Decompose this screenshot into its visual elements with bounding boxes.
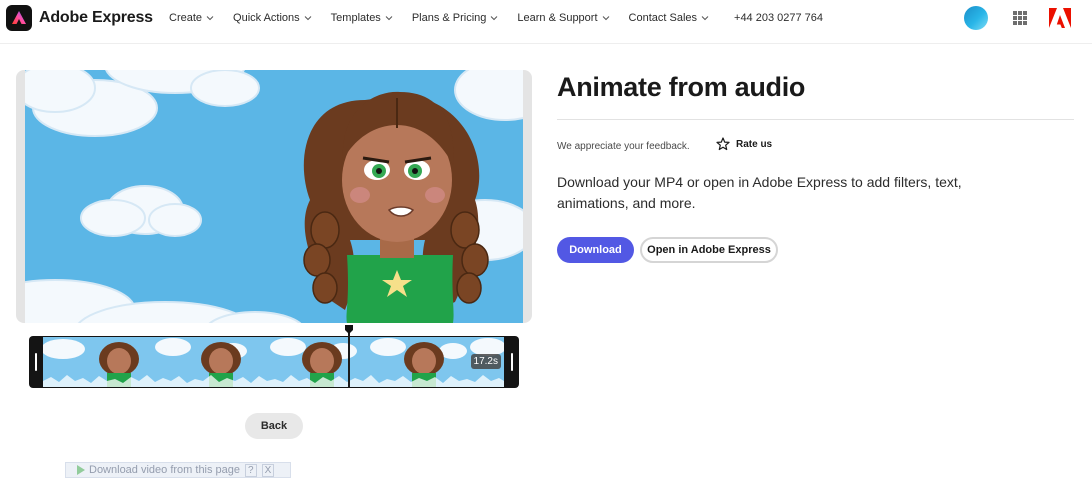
nav-item-plans-pricing[interactable]: Plans & Pricing [412,12,499,24]
star-icon [716,137,730,151]
brand-name: Adobe Express [39,9,153,26]
nav-item-label: Learn & Support [517,12,598,24]
download-extension-bar[interactable]: Download video from this page ? X [65,462,291,478]
top-nav: Adobe Express Create Quick Actions Templ… [0,0,1092,36]
animated-character-image [25,70,523,323]
apps-grid-icon[interactable] [1013,11,1027,25]
nav-item-label: Quick Actions [233,12,300,24]
timeline-trimmer[interactable]: 17.2s [29,336,519,388]
video-preview[interactable] [16,70,532,323]
chevron-down-icon [491,16,498,21]
nav-item-quick-actions[interactable]: Quick Actions [233,12,312,24]
nav-item-create[interactable]: Create [169,12,214,24]
nav-links: Create Quick Actions Templates Plans & P… [169,0,823,36]
playhead-line[interactable] [348,325,350,388]
chevron-down-icon [701,16,709,21]
chevron-down-icon [385,16,393,21]
trim-handle-left[interactable] [30,337,42,387]
nav-item-label: Plans & Pricing [411,12,487,24]
chevron-down-icon [304,16,312,21]
playhead-handle-icon[interactable] [345,325,353,334]
rate-us-label: Rate us [736,138,773,150]
feedback-text: We appreciate your feedback. [557,141,690,152]
page-title: Animate from audio [557,72,806,102]
rate-us-button[interactable]: Rate us [716,137,772,151]
nav-item-label: Templates [330,12,381,24]
nav-item-label: Create [169,12,203,24]
extension-help-button[interactable]: ? [245,463,257,477]
nav-divider [0,43,1092,44]
nav-item-label: Contact Sales [628,12,698,24]
play-icon [77,465,85,475]
description-text: Download your MP4 or open in Adobe Expre… [557,174,962,211]
nav-item-contact-sales[interactable]: Contact Sales [629,12,709,24]
open-in-adobe-express-button[interactable]: Open in Adobe Express [640,237,778,263]
nav-item-learn-support[interactable]: Learn & Support [517,12,609,24]
trim-handle-right[interactable] [506,337,518,387]
adobe-express-logo-icon [6,5,32,31]
duration-badge: 17.2s [470,354,501,369]
chevron-down-icon [206,16,214,21]
filmstrip [43,337,504,387]
nav-right [964,0,1092,36]
extension-download-link[interactable]: Download video from this page [89,464,240,476]
adobe-logo-icon[interactable] [1049,8,1071,28]
chevron-down-icon [602,16,609,21]
title-divider [557,119,1074,120]
download-button[interactable]: Download [557,237,634,263]
phone-number[interactable]: +44 203 0277 764 [734,12,823,24]
extension-close-button[interactable]: X [261,463,275,477]
brand[interactable]: Adobe Express [6,5,153,31]
avatar[interactable] [964,6,988,30]
nav-item-templates[interactable]: Templates [331,12,393,24]
back-button[interactable]: Back [245,413,303,439]
